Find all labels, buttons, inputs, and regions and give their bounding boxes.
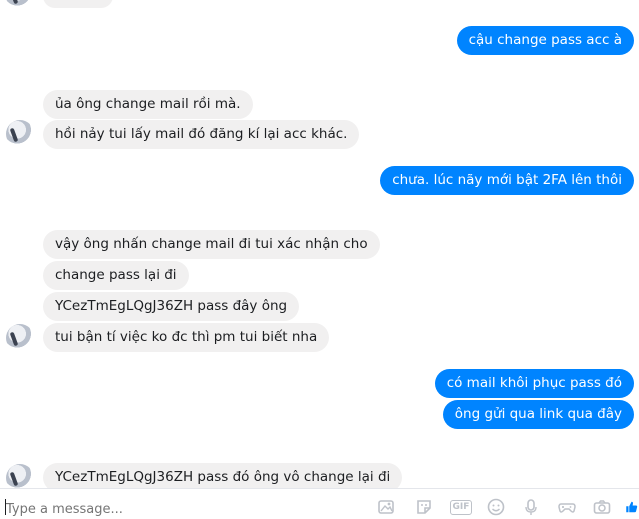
message-bubble-incoming[interactable]: change pass lại đi bbox=[43, 261, 189, 290]
message-bubble-incoming[interactable]: YCezTmEgLQgJ36ZH pass đây ông bbox=[43, 292, 300, 321]
game-icon[interactable] bbox=[556, 497, 578, 517]
contact-avatar[interactable] bbox=[6, 0, 34, 10]
message-bubble-incoming[interactable]: ủa ông change mail rồi mà. bbox=[43, 90, 253, 119]
gif-label: GIF bbox=[449, 499, 473, 515]
contact-avatar[interactable] bbox=[6, 120, 34, 148]
gif-icon[interactable]: GIF bbox=[448, 497, 474, 517]
contact-avatar[interactable] bbox=[6, 324, 34, 352]
sticker-icon[interactable] bbox=[413, 497, 435, 517]
message-bubble-outgoing[interactable]: cậu change pass acc à bbox=[456, 26, 634, 55]
message-bubble-incoming[interactable]: hồi nảy tui lấy mail đó đăng kí lại acc … bbox=[43, 120, 360, 149]
message-bubble-outgoing[interactable]: ông gửi qua link qua đây bbox=[442, 400, 634, 429]
message-bubble-outgoing[interactable]: chưa. lúc nãy mới bật 2FA lên thôi bbox=[380, 166, 634, 195]
message-input[interactable] bbox=[6, 499, 206, 519]
like-icon[interactable] bbox=[624, 497, 639, 517]
partial-message-bubble bbox=[43, 0, 113, 8]
text-caret bbox=[5, 499, 6, 515]
message-composer bbox=[0, 488, 639, 519]
camera-icon[interactable] bbox=[591, 497, 613, 517]
emoji-icon[interactable] bbox=[485, 497, 507, 517]
message-bubble-incoming[interactable]: tui bận tí việc ko đc thì pm tui biết nh… bbox=[43, 323, 330, 352]
microphone-icon[interactable] bbox=[520, 497, 542, 517]
attach-file-icon[interactable] bbox=[375, 497, 397, 517]
message-bubble-incoming[interactable]: vậy ông nhấn change mail đi tui xác nhận… bbox=[43, 230, 380, 259]
message-bubble-outgoing[interactable]: có mail khôi phục pass đó bbox=[434, 369, 634, 398]
